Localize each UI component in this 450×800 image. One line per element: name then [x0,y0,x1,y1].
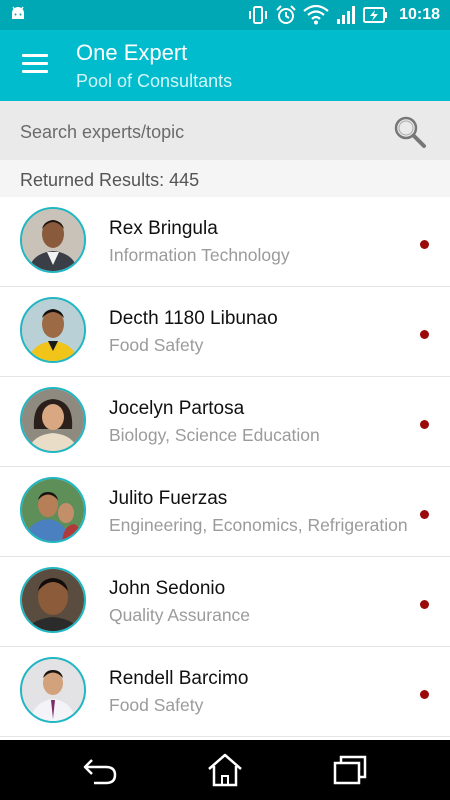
expert-name: Jocelyn Partosa [109,398,245,419]
results-count: Returned Results: 445 [20,170,200,190]
back-icon[interactable] [80,752,120,788]
navigation-bar [0,740,450,800]
expert-topic: Information Technology [109,245,290,265]
status-dot [420,510,429,519]
expert-topic: Engineering, Economics, Refrigeration [109,515,408,535]
avatar [20,297,86,363]
avatar [20,477,86,543]
status-dot [420,330,429,339]
alarm-icon [276,5,296,24]
vibrate-icon [249,6,268,24]
app-subtitle: Pool of Consultants [76,71,233,91]
list-item[interactable]: Jocelyn Partosa Biology, Science Educati… [0,377,450,467]
hamburger-menu-icon[interactable] [22,54,48,74]
recent-apps-icon[interactable] [330,752,370,788]
status-bar: 10:18 [0,0,450,30]
avatar [20,207,86,273]
avatar [20,387,86,453]
status-clock: 10:18 [399,6,440,23]
android-icon [12,6,24,19]
app-title: One Expert [76,40,188,65]
expert-topic: Food Safety [109,335,204,355]
list-item[interactable]: Julito Fuerzas Engineering, Economics, R… [0,467,450,557]
battery-charging-icon [363,7,388,23]
search-input[interactable] [18,113,382,151]
avatar [20,567,86,633]
list-item[interactable]: Rex Bringula Information Technology [0,197,450,287]
status-dot [420,240,429,249]
expert-name: Decth 1180 Libunao [109,308,278,329]
status-icons: 10:18 [247,4,440,26]
expert-list: Rex Bringula Information Technology Dect… [0,197,450,737]
expert-topic: Quality Assurance [109,605,251,625]
expert-topic: Food Safety [109,695,204,715]
list-item[interactable]: John Sedonio Quality Assurance [0,557,450,647]
status-dot [420,690,429,699]
expert-name: Julito Fuerzas [109,488,228,509]
expert-name: Rendell Barcimo [109,668,249,689]
signal-icon [337,6,356,24]
home-icon[interactable] [205,752,245,788]
app-bar: One Expert Pool of Consultants [0,30,450,101]
expert-name: John Sedonio [109,578,226,599]
avatar [20,657,86,723]
expert-topic: Biology, Science Education [109,425,320,445]
list-item[interactable]: Rendell Barcimo Food Safety [0,647,450,737]
status-dot [420,420,429,429]
search-bar [0,101,450,160]
list-item[interactable]: Decth 1180 Libunao Food Safety [0,287,450,377]
search-icon[interactable] [392,114,428,150]
expert-name: Rex Bringula [109,218,218,239]
status-dot [420,600,429,609]
wifi-icon [303,5,329,25]
